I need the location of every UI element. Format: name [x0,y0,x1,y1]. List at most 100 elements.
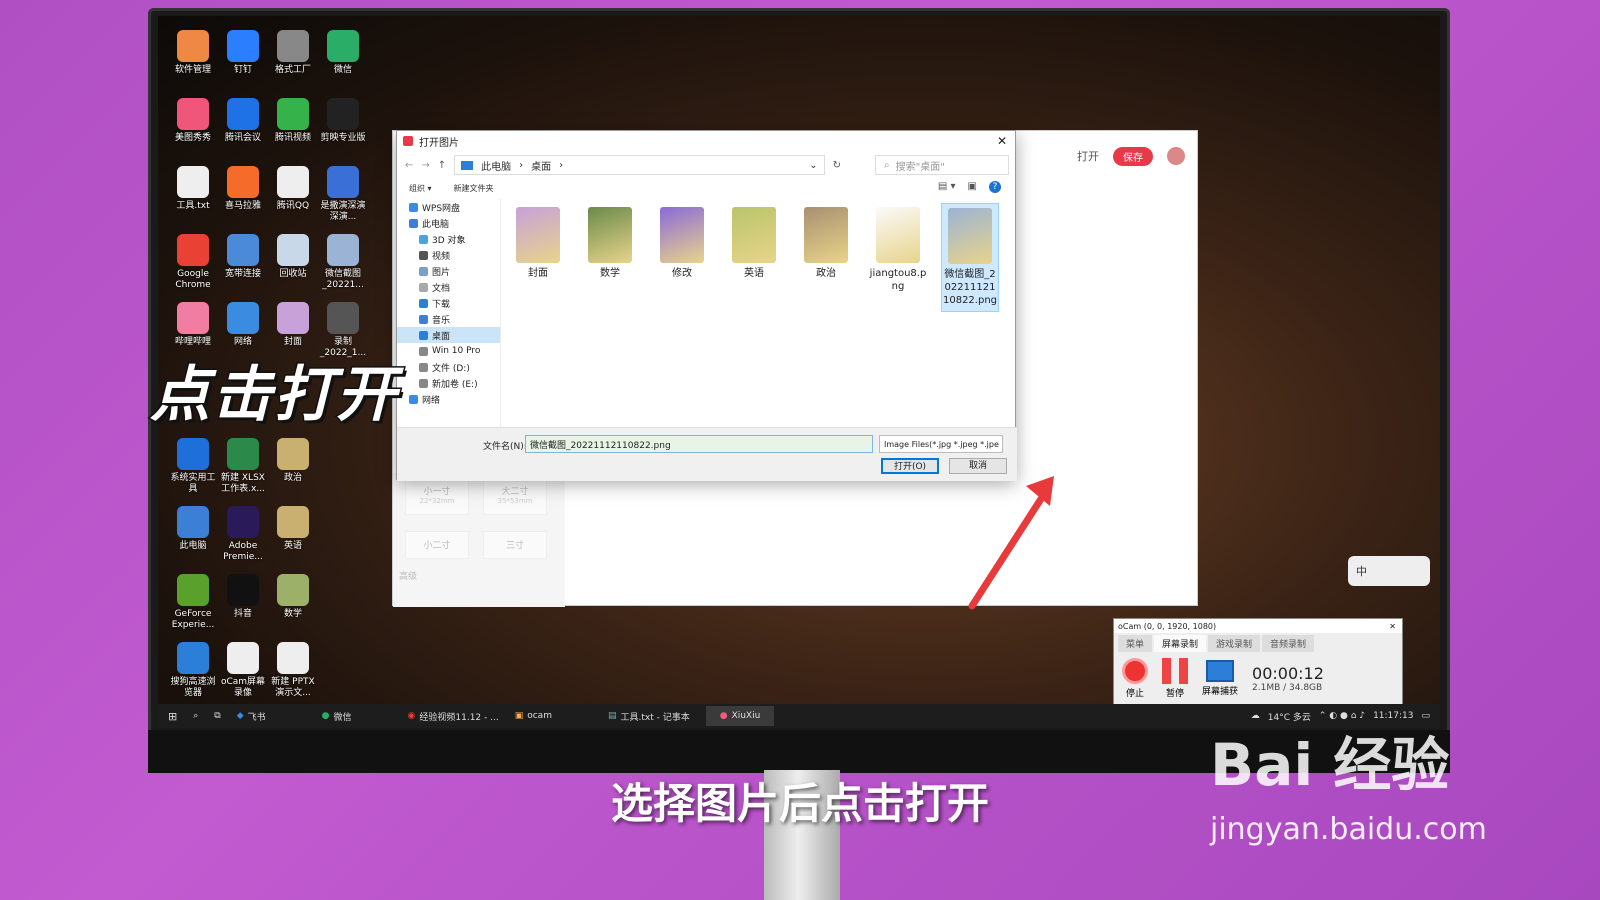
view-options-icon[interactable]: ▤ ▾ [938,181,956,193]
desktop-icon[interactable]: Adobe Premie... [218,506,268,568]
nav-item[interactable]: Win 10 Pro [397,343,500,359]
nav-item[interactable]: 网络 [397,391,500,407]
nav-item[interactable]: 图片 [397,263,500,279]
start-button[interactable]: ⊞ [168,710,177,723]
open-button[interactable]: 打开 [1077,148,1099,164]
desktop-icon[interactable]: 数学 [268,574,318,636]
taskbar-item-ocam[interactable]: ▣ ocam [515,711,552,721]
new-folder-button[interactable]: 新建文件夹 [454,183,494,194]
nav-item[interactable]: WPS网盘 [397,199,500,215]
file-item[interactable]: 英语 [725,203,783,312]
desktop-icon[interactable]: 政治 [268,438,318,500]
search-input[interactable]: ⌕ 搜索"桌面" [875,155,1009,175]
file-item[interactable]: 修改 [653,203,711,312]
desktop-icon[interactable]: 钉钉 [218,30,268,92]
file-item[interactable]: 政治 [797,203,855,312]
breadcrumb-desktop[interactable]: 桌面 [531,158,551,173]
close-icon[interactable]: ✕ [997,134,1007,148]
back-icon[interactable]: ← [405,160,413,171]
desktop-icon[interactable]: 微信 [318,30,368,92]
file-item[interactable]: jiangtou8.png [869,203,927,312]
help-icon[interactable]: ? [989,181,1001,193]
nav-item[interactable]: 文件 (D:) [397,359,500,375]
address-bar[interactable]: 此电脑 › 桌面 › ⌄ [454,155,825,175]
cancel-button[interactable]: 取消 [949,458,1007,474]
organize-button[interactable]: 组织 ▾ [409,183,432,194]
close-icon[interactable]: ✕ [1389,622,1396,631]
desktop-icon[interactable]: GeForce Experie... [168,574,218,636]
ocam-tab[interactable]: 菜单 [1118,635,1153,652]
desktop-icon[interactable]: 腾讯QQ [268,166,318,228]
nav-item[interactable]: 桌面 [397,327,500,343]
nav-item-icon [419,282,428,292]
desktop-icon[interactable]: 剪映专业版 [318,98,368,160]
nav-item[interactable]: 视频 [397,247,500,263]
taskbar-item-chrome[interactable]: ◉ 经验视频11.12 - ... [408,710,499,723]
desktop-icon[interactable]: 抖音 [218,574,268,636]
size-card[interactable]: 三寸 [483,531,547,559]
taskbar-item-feishu[interactable]: ◆ 飞书 [237,710,266,723]
nav-item[interactable]: 文档 [397,279,500,295]
desktop-icon[interactable]: 软件管理 [168,30,218,92]
nav-item[interactable]: 下载 [397,295,500,311]
nav-item[interactable]: 3D 对象 [397,231,500,247]
desktop-icon-label: 宽带连接 [224,269,261,279]
refresh-icon[interactable]: ↻ [833,160,841,171]
desktop-icon[interactable]: 系统实用工具 [168,438,218,500]
desktop-icon[interactable]: 腾讯会议 [218,98,268,160]
desktop-icon[interactable]: 格式工厂 [268,30,318,92]
size-card[interactable]: 小一寸 22*32mm [405,477,469,515]
desktop-icon[interactable]: 回收站 [268,234,318,296]
capture-button[interactable]: 屏幕捕获 [1202,660,1238,697]
desktop-icon[interactable]: 工具.txt [168,166,218,228]
filetype-select[interactable]: Image Files(*.jpg *.jpeg *.jpe [879,435,1003,453]
nav-item-icon [419,346,428,356]
desktop-icon[interactable]: 喜马拉雅 [218,166,268,228]
desktop-icon[interactable]: 是撒演深演深演... [318,166,368,228]
open-dialog-button[interactable]: 打开(O) [881,458,939,474]
desktop-icon[interactable]: 新建 PPTX 演示文... [268,642,318,704]
size-card[interactable]: 小二寸 [405,531,469,559]
save-button[interactable]: 保存 [1113,146,1153,166]
ocam-tab[interactable]: 音频录制 [1262,635,1315,652]
nav-item[interactable]: 此电脑 [397,215,500,231]
desktop-icon[interactable]: Google Chrome [168,234,218,296]
navigation-pane: WPS网盘 此电脑 3D 对象 视频 图片 文档 下载 音乐 桌面 Win 10 Pro 文件 (D… [397,199,501,429]
nav-item-icon [409,394,418,404]
desktop-icon[interactable]: 腾讯视频 [268,98,318,160]
ocam-tab[interactable]: 屏幕录制 [1154,635,1207,652]
desktop-icon[interactable]: 英语 [268,506,318,568]
forward-icon[interactable]: → [421,160,429,171]
nav-item[interactable]: 音乐 [397,311,500,327]
file-item[interactable]: 数学 [581,203,639,312]
preview-pane-icon[interactable]: ▣ [968,181,977,193]
ocam-tab[interactable]: 游戏录制 [1208,635,1261,652]
filename-field[interactable]: 微信截图_20221112110822.png [525,435,873,453]
size-card[interactable]: 大二寸 35*53mm [483,477,547,515]
desktop-icon[interactable]: oCam屏幕录像 [218,642,268,704]
image-file-icon [876,207,920,263]
chevron-down-icon[interactable]: ⌄ [809,160,817,171]
task-view-button[interactable]: ⧉ [214,711,220,721]
nav-item[interactable]: 新加卷 (E:) [397,375,500,391]
search-button[interactable]: ⌕ [193,711,198,721]
desktop-icon[interactable]: 美图秀秀 [168,98,218,160]
desktop-icon[interactable]: 宽带连接 [218,234,268,296]
pause-button[interactable]: 暂停 [1162,658,1188,699]
avatar[interactable] [1167,147,1185,165]
desktop-icon[interactable]: 此电脑 [168,506,218,568]
desktop-icon[interactable]: 搜狗高速浏览器 [168,642,218,704]
ime-indicator[interactable]: 中 [1348,556,1430,586]
desktop-icon[interactable]: 微信截图_20221... [318,234,368,296]
taskbar-item-notepad[interactable]: ▤ 工具.txt - 记事本 [608,710,690,723]
taskbar-item-xiuxiu[interactable]: ● XiuXiu [705,706,775,726]
stop-button[interactable]: 停止 [1122,658,1148,699]
file-item[interactable]: 微信截图_20221112110822.png [941,203,999,312]
breadcrumb-pc[interactable]: 此电脑 [481,158,511,173]
stop-icon [1122,658,1148,684]
desktop-icon[interactable]: 新建 XLSX 工作表.x... [218,438,268,500]
ocam-window: oCam (0, 0, 1920, 1080) ✕ 菜单 屏幕录制 游戏录制 音频录制… [1113,618,1403,708]
up-icon[interactable]: ↑ [438,160,446,171]
file-item[interactable]: 封面 [509,203,567,312]
taskbar-item-wechat[interactable]: ● 微信 [322,710,352,723]
